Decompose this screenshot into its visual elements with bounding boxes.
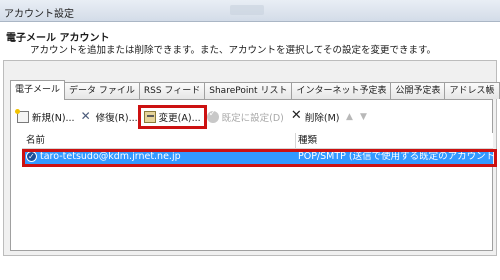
change-button-label: 変更(A)... bbox=[158, 113, 201, 124]
move-down-arrow-icon[interactable]: ▼ bbox=[357, 108, 371, 126]
account-type: POP/SMTP (送信で使用する既定のアカウント) bbox=[298, 151, 499, 162]
change-button[interactable]: 変更(A)... bbox=[137, 105, 207, 129]
change-account-icon bbox=[143, 111, 156, 123]
default-account-check-icon bbox=[26, 150, 37, 164]
column-header-name[interactable]: 名前 bbox=[22, 133, 295, 149]
set-default-button[interactable]: 既定に設定(D) bbox=[204, 108, 287, 126]
tab-rss-feeds[interactable]: RSS フィード bbox=[138, 82, 206, 99]
new-account-icon bbox=[15, 109, 29, 123]
new-button-label: 新規(N)... bbox=[32, 113, 75, 124]
account-list: 名前 種類 taro-tetsudo@kdm.jrnet.ne.jp POP/S… bbox=[22, 133, 499, 251]
tab-data-files[interactable]: データ ファイル bbox=[64, 82, 140, 99]
repair-tools-icon bbox=[81, 109, 93, 123]
title-bar: アカウント設定 bbox=[0, 0, 500, 22]
new-button[interactable]: 新規(N)... bbox=[14, 108, 78, 126]
section-description: アカウントを追加または削除できます。また、アカウントを選択してその設定を変更でき… bbox=[30, 45, 437, 56]
column-header-type-label: 種類 bbox=[298, 135, 318, 146]
account-row[interactable]: taro-tetsudo@kdm.jrnet.ne.jp POP/SMTP (送… bbox=[22, 150, 499, 164]
move-up-arrow-icon[interactable]: ▲ bbox=[343, 108, 357, 126]
delete-button[interactable]: 削除(M) bbox=[287, 108, 343, 126]
tab-published-calendars[interactable]: 公開予定表 bbox=[390, 82, 446, 99]
window-title: アカウント設定 bbox=[4, 9, 74, 20]
tab-email[interactable]: 電子メール bbox=[10, 80, 66, 100]
delete-button-label: 削除(M) bbox=[304, 113, 340, 124]
repair-button[interactable]: 修復(R)... bbox=[78, 108, 141, 126]
set-default-button-label: 既定に設定(D) bbox=[221, 113, 284, 124]
repair-button-label: 修復(R)... bbox=[95, 113, 138, 124]
column-header-name-label: 名前 bbox=[26, 135, 46, 146]
tab-address-books[interactable]: アドレス帳 bbox=[444, 82, 500, 99]
tab-sharepoint-lists[interactable]: SharePoint リスト bbox=[204, 82, 293, 99]
account-name: taro-tetsudo@kdm.jrnet.ne.jp bbox=[40, 151, 181, 162]
account-toolbar: 新規(N)... 修復(R)... 変更(A)... 既定に設定(D) 削除(M… bbox=[14, 105, 371, 129]
title-bar-blur bbox=[230, 5, 264, 15]
column-header-type[interactable]: 種類 bbox=[296, 133, 493, 149]
tab-internet-calendars[interactable]: インターネット予定表 bbox=[291, 82, 392, 99]
delete-x-icon bbox=[290, 108, 302, 123]
check-circle-icon bbox=[206, 109, 219, 123]
tab-strip: 電子メール データ ファイル RSS フィード SharePoint リスト イ… bbox=[10, 80, 500, 100]
